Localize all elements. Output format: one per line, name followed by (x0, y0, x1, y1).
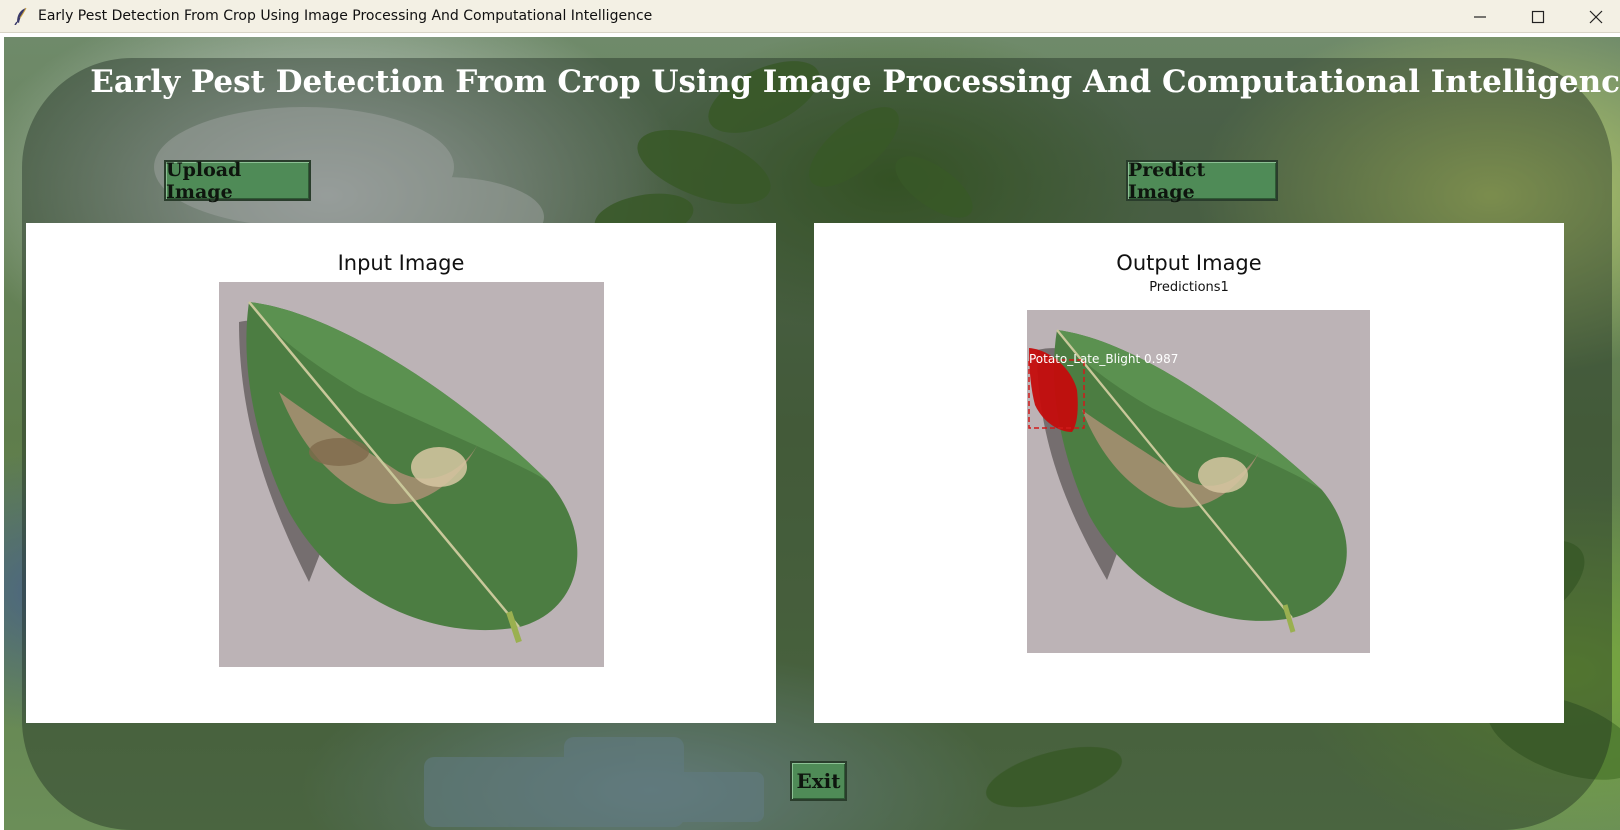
minimize-icon (1474, 15, 1486, 18)
minimize-button[interactable] (1451, 0, 1509, 33)
maximize-icon (1531, 10, 1545, 23)
close-icon (1589, 10, 1603, 23)
input-image-title: Input Image (337, 251, 465, 275)
output-image-title: Output Image (1116, 251, 1262, 275)
maximize-button[interactable] (1509, 0, 1567, 33)
window-title: Early Pest Detection From Crop Using Ima… (38, 8, 653, 24)
close-button[interactable] (1567, 0, 1620, 33)
detection-label: Potato_Late_Blight 0.987 (1029, 352, 1179, 366)
output-leaf-image: Potato_Late_Blight 0.987 (1027, 310, 1370, 653)
predict-image-button[interactable]: Predict Image (1126, 159, 1278, 203)
predictions-subtitle: Predictions1 (1149, 280, 1229, 295)
input-image-panel: Input Image (26, 223, 776, 723)
output-image-panel: Output Image Predictions1 Potato_Late_Bl… (814, 223, 1564, 723)
app-heading: Early Pest Detection From Crop Using Ima… (90, 64, 1620, 100)
input-leaf-image (219, 282, 604, 667)
window-titlebar: Early Pest Detection From Crop Using Ima… (0, 0, 1620, 33)
upload-image-button[interactable]: Upload Image (164, 159, 311, 203)
feather-icon (14, 7, 27, 25)
leaf-graphic (219, 282, 604, 667)
exit-button[interactable]: Exit (790, 761, 847, 801)
